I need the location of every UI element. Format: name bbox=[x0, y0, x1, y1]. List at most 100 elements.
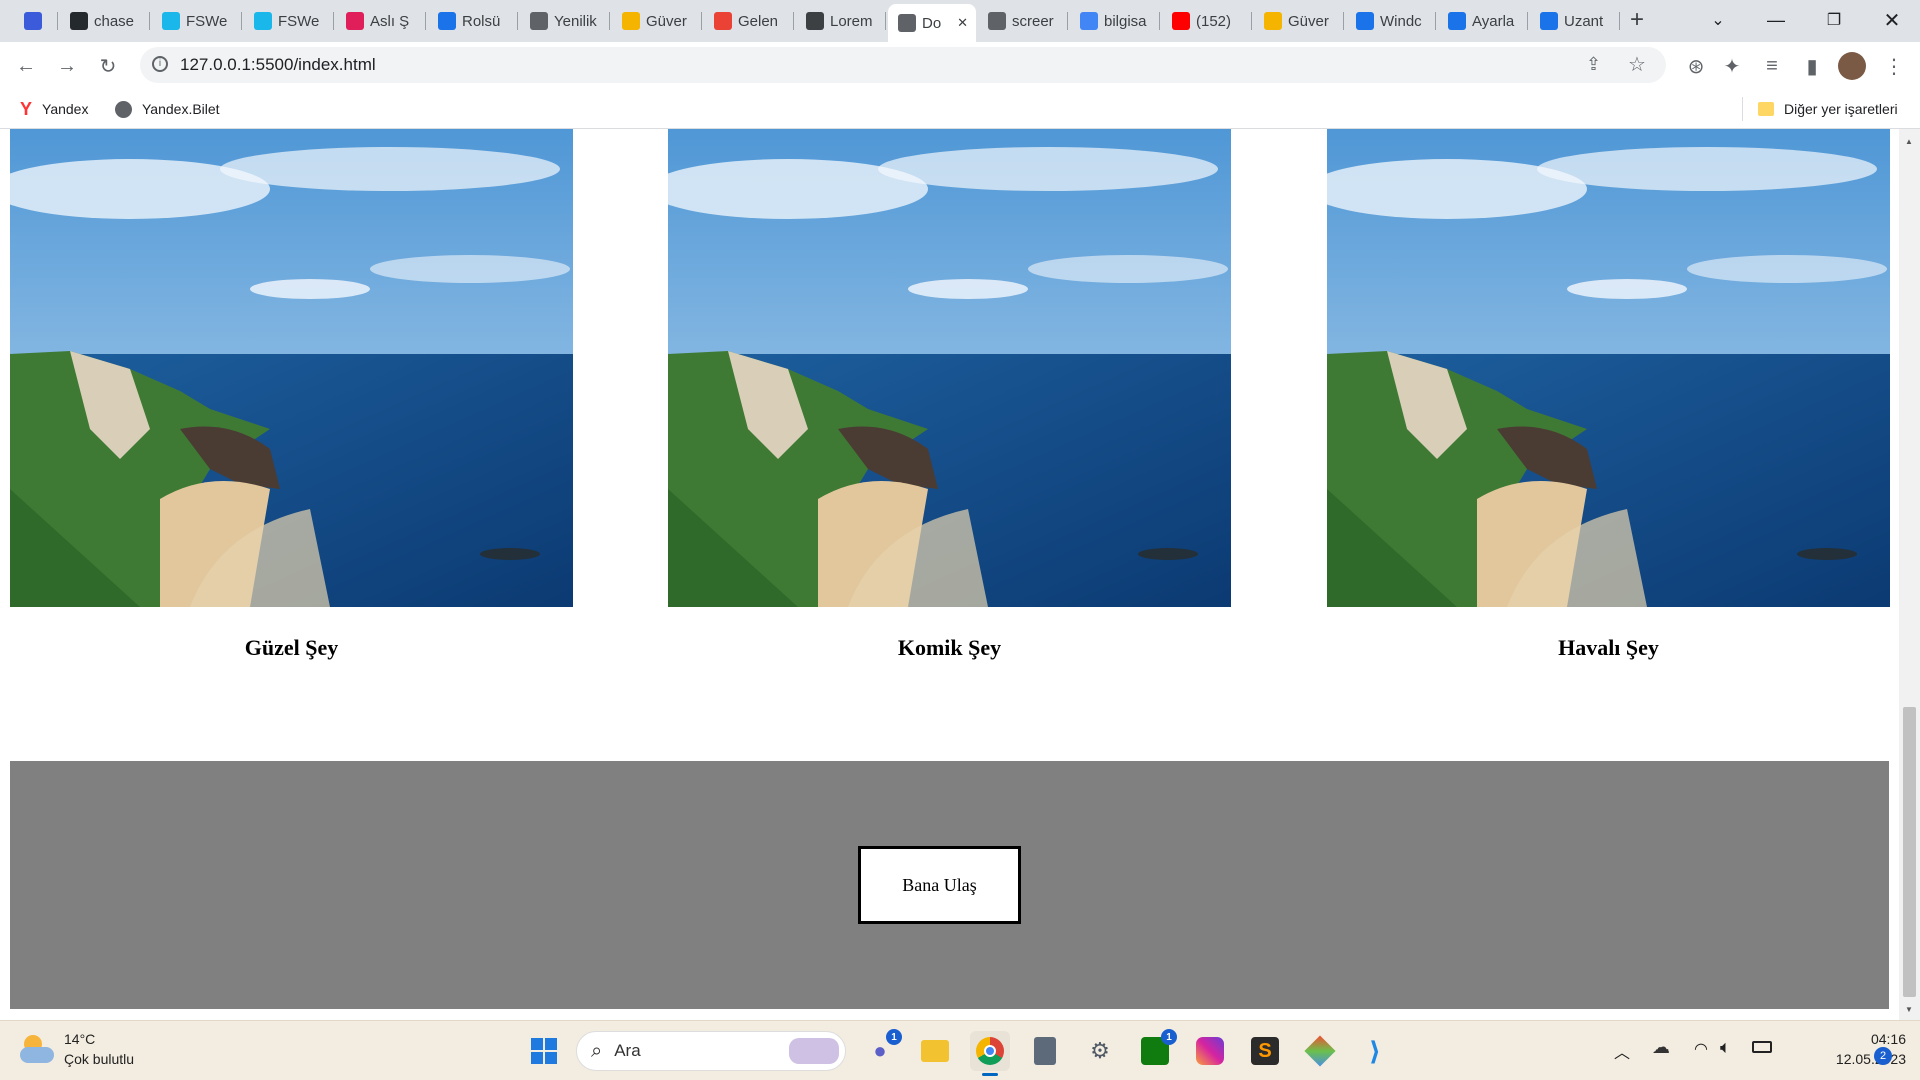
browser-tab[interactable]: Lorem bbox=[796, 6, 886, 36]
browser-tab[interactable] bbox=[14, 6, 58, 36]
tab-label: Rolsü bbox=[462, 12, 501, 30]
zoho-icon bbox=[438, 12, 456, 30]
image-icon bbox=[806, 12, 824, 30]
browser-tab[interactable]: FSWe bbox=[152, 6, 242, 36]
browser-tab[interactable]: Aslı Ş bbox=[336, 6, 426, 36]
slack-icon bbox=[346, 12, 364, 30]
browser-tab[interactable]: screer bbox=[978, 6, 1068, 36]
weather-temp[interactable]: 14°C bbox=[64, 1031, 95, 1047]
forward-button[interactable]: → bbox=[51, 50, 83, 82]
close-tab-icon[interactable]: ✕ bbox=[957, 15, 968, 31]
new-tab-button[interactable]: + bbox=[1630, 6, 1644, 34]
calculator-icon[interactable] bbox=[1025, 1031, 1065, 1071]
site-info-icon[interactable]: i bbox=[152, 56, 168, 72]
browser-tab[interactable]: Güver bbox=[1254, 6, 1344, 36]
chrome-active-indicator bbox=[982, 1073, 998, 1076]
tab-label: bilgisa bbox=[1104, 12, 1147, 30]
tab-separator bbox=[333, 12, 334, 30]
bookmarks-bar: Y Yandex Yandex.Bilet Diğer yer işaretle… bbox=[0, 89, 1920, 129]
page-scrollbar[interactable]: ▲ ▼ bbox=[1899, 129, 1920, 1020]
volume-icon[interactable]: 🔈︎ bbox=[1720, 1037, 1731, 1058]
browser-tab[interactable]: (152) bbox=[1162, 6, 1252, 36]
other-bookmarks[interactable]: Diğer yer işaretleri bbox=[1758, 97, 1898, 121]
taskbar-search[interactable]: ⌕ Ara bbox=[576, 1031, 846, 1071]
browser-tab[interactable]: chase bbox=[60, 6, 150, 36]
tab-label: Güver bbox=[1288, 12, 1329, 30]
browser-tab[interactable]: Do ✕ bbox=[888, 4, 976, 42]
share-icon[interactable]: ⇪ bbox=[1586, 54, 1601, 75]
contact-button[interactable]: Bana Ulaş bbox=[858, 846, 1021, 924]
battery-icon[interactable] bbox=[1752, 1041, 1772, 1053]
close-window-button[interactable]: ✕ bbox=[1864, 0, 1920, 40]
page-viewport: Güzel Şey Komik Şey Havalı Şey Bana Ulaş bbox=[0, 129, 1899, 1020]
vscode-icon[interactable]: ⟩ bbox=[1355, 1031, 1395, 1071]
bookmark-yandex-bilet[interactable]: Yandex.Bilet bbox=[115, 97, 220, 121]
restore-button[interactable]: ❐ bbox=[1806, 0, 1862, 40]
profile-avatar[interactable] bbox=[1838, 52, 1866, 80]
url-text[interactable]: 127.0.0.1:5500/index.html bbox=[180, 55, 376, 75]
address-bar[interactable]: i 127.0.0.1:5500/index.html ⇪ ☆ bbox=[140, 47, 1666, 83]
media-control-icon[interactable]: ≡ bbox=[1756, 50, 1788, 82]
tab-separator bbox=[149, 12, 150, 30]
scrollbar-thumb[interactable] bbox=[1903, 707, 1916, 997]
browser-tab[interactable]: Uzant bbox=[1530, 6, 1620, 36]
xbox-icon[interactable]: 1 bbox=[1135, 1029, 1177, 1071]
wifi-icon[interactable]: ◠ bbox=[1694, 1039, 1708, 1059]
taskbar: 14°C Çok bulutlu ⌕ Ara ● 1 ⚙ 1 S ⟩ ︿ ☁ ◠ … bbox=[0, 1020, 1920, 1080]
globe-icon bbox=[988, 12, 1006, 30]
tab-label: Uzant bbox=[1564, 12, 1604, 30]
browser-tab[interactable]: bilgisa bbox=[1070, 6, 1160, 36]
check-icon bbox=[1264, 12, 1282, 30]
show-hidden-icons-chevron-icon[interactable]: ︿ bbox=[1614, 1039, 1630, 1063]
tab-separator bbox=[1159, 12, 1160, 30]
tab-separator bbox=[517, 12, 518, 30]
search-highlight-image bbox=[789, 1038, 839, 1064]
bookmarks-divider bbox=[1742, 97, 1743, 121]
browser-tab[interactable]: Gelen bbox=[704, 6, 794, 36]
menu-kebab-icon[interactable]: ⋮ bbox=[1878, 50, 1910, 82]
tab-separator bbox=[793, 12, 794, 30]
scroll-up-arrow-icon[interactable]: ▲ bbox=[1905, 137, 1913, 146]
chrome-icon[interactable] bbox=[970, 1031, 1010, 1071]
browser-tab[interactable]: Ayarla bbox=[1438, 6, 1528, 36]
gear-icon bbox=[1448, 12, 1466, 30]
side-panel-icon[interactable]: ▮ bbox=[1796, 50, 1828, 82]
tab-label: Do bbox=[922, 14, 942, 32]
instagram-icon[interactable] bbox=[1190, 1031, 1230, 1071]
browser-tab[interactable]: FSWe bbox=[244, 6, 334, 36]
tab-separator bbox=[1251, 12, 1252, 30]
weather-cloud-icon[interactable] bbox=[20, 1035, 56, 1065]
bookmark-star-icon[interactable]: ☆ bbox=[1628, 52, 1646, 77]
bookmark-yandex[interactable]: Y Yandex bbox=[20, 97, 88, 121]
onedrive-cloud-icon[interactable]: ☁ bbox=[1652, 1037, 1670, 1058]
browser-tab[interactable]: Rolsü bbox=[428, 6, 518, 36]
card-caption-3: Havalı Şey bbox=[1558, 635, 1659, 660]
git-icon[interactable] bbox=[1300, 1031, 1340, 1071]
extensions-puzzle-icon[interactable]: ✦ bbox=[1716, 50, 1748, 82]
reload-button[interactable]: ↻ bbox=[92, 50, 124, 82]
tab-label: Ayarla bbox=[1472, 12, 1515, 30]
tab-search-icon[interactable]: ⌄ bbox=[1690, 0, 1746, 40]
card-caption-1: Güzel Şey bbox=[244, 635, 339, 660]
file-explorer-icon[interactable] bbox=[915, 1031, 955, 1071]
settings-icon[interactable]: ⚙ bbox=[1080, 1031, 1120, 1071]
weather-desc[interactable]: Çok bulutlu bbox=[64, 1051, 134, 1067]
scroll-down-arrow-icon[interactable]: ▼ bbox=[1905, 1005, 1913, 1014]
tab-label: (152) bbox=[1196, 12, 1232, 30]
back-button[interactable]: ← bbox=[10, 50, 42, 82]
minimize-button[interactable]: — bbox=[1748, 0, 1804, 40]
tab-separator bbox=[57, 12, 58, 30]
vimeo-icon bbox=[254, 12, 272, 30]
tab-separator bbox=[701, 12, 702, 30]
card-image-1 bbox=[10, 129, 573, 607]
browser-tab[interactable]: Windc bbox=[1346, 6, 1436, 36]
teams-icon[interactable]: ● 1 bbox=[860, 1029, 902, 1071]
sublime-icon[interactable]: S bbox=[1245, 1031, 1285, 1071]
notification-badge[interactable]: 2 bbox=[1874, 1047, 1892, 1065]
browser-tab[interactable]: Güver bbox=[612, 6, 702, 36]
extension-translate-icon[interactable]: ⊛ bbox=[1680, 50, 1712, 82]
browser-tab[interactable]: Yenilik bbox=[520, 6, 610, 36]
clock-time[interactable]: 04:16 bbox=[1826, 1031, 1906, 1047]
tab-separator bbox=[1435, 12, 1436, 30]
windows-start-icon[interactable] bbox=[524, 1031, 564, 1071]
